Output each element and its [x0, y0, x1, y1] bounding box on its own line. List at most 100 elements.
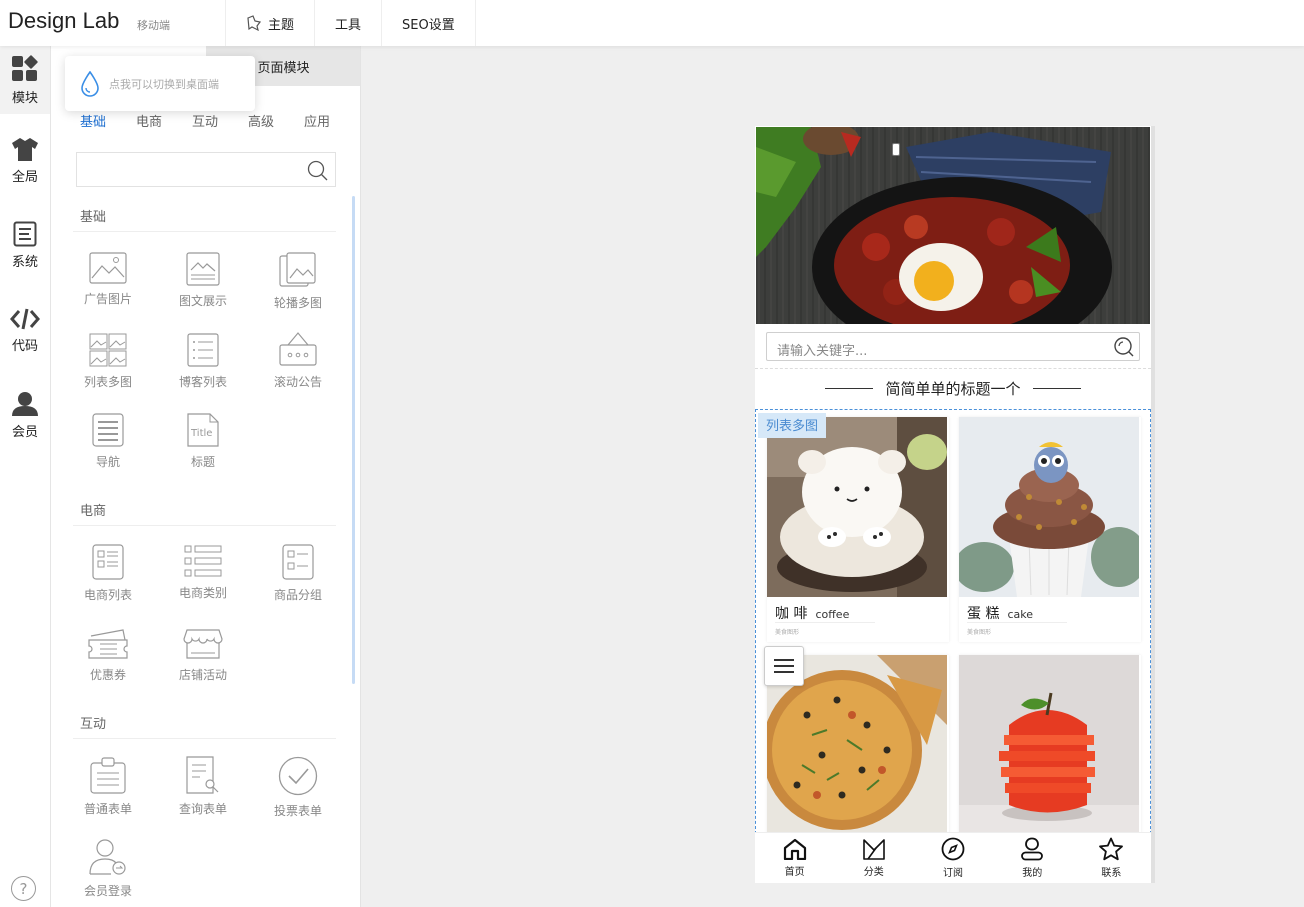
coffee-image [767, 417, 947, 597]
clipboard-icon [90, 757, 126, 794]
module-store-event[interactable]: 店铺活动 [155, 628, 251, 708]
module-image-text[interactable]: 图文展示 [155, 252, 251, 332]
rail-label: 全局 [11, 169, 38, 185]
bottom-nav-mine[interactable]: 我的 [993, 833, 1072, 883]
preview-scrollbar[interactable] [1151, 126, 1155, 883]
product-group-icon [282, 544, 314, 580]
module-shop-category[interactable]: 电商类别 [155, 544, 251, 624]
category-tab[interactable]: 基础 [80, 111, 136, 130]
top-nav-theme[interactable]: 主题 [225, 0, 314, 46]
rail-item-modules[interactable]: 模块 [0, 46, 50, 114]
bottom-nav-label: 首页 [784, 867, 805, 878]
module-shop-list[interactable]: 电商列表 [60, 544, 156, 624]
panel-scrollbar[interactable] [352, 196, 355, 684]
check-circle-icon [278, 756, 318, 796]
coffee-bear-image [767, 417, 947, 597]
product-card-cake[interactable]: 蛋 糕 cake 美食图形 [959, 417, 1141, 642]
module-product-group[interactable]: 商品分组 [250, 544, 346, 624]
divider [775, 622, 875, 623]
module-label: 广告图片 [83, 292, 132, 306]
divider [755, 368, 1151, 369]
bottom-nav-label: 联系 [1101, 868, 1122, 879]
module-carousel[interactable]: 轮播多图 [250, 252, 346, 332]
device-switch[interactable]: 移动端 [137, 17, 900, 156]
product-card-coffee[interactable]: 咖 啡 coffee 美食图形 [767, 417, 949, 642]
bottom-nav-label: 分类 [863, 867, 884, 878]
product-card-apple[interactable] [959, 655, 1141, 835]
module-panel: 页面模块 基础 电商 互动 高级 应用 基础 广告图片 图文展示 轮播多图 列表… [51, 46, 361, 907]
module-list-images[interactable]: 列表多图 [60, 333, 156, 413]
card-title-cn: 咖 啡 [775, 606, 808, 622]
heading-line [825, 388, 874, 389]
category-tabs: 基础 电商 互动 高级 应用 [80, 111, 360, 130]
hero-banner[interactable] [756, 127, 1150, 324]
store-icon [183, 629, 223, 659]
bottom-nav-home[interactable]: 首页 [755, 833, 834, 883]
module-form[interactable]: 普通表单 [60, 756, 156, 836]
list-icon [187, 333, 219, 367]
help-button[interactable]: ? [11, 876, 36, 901]
rail-item-member[interactable]: 会员 [0, 381, 50, 449]
top-nav-label: 工具 [335, 17, 362, 33]
top-nav-seo[interactable]: SEO设置 [381, 0, 476, 46]
module-vote-form[interactable]: 投票表单 [250, 756, 346, 836]
drop-icon [81, 70, 99, 97]
category-tab[interactable]: 互动 [192, 111, 248, 130]
shirt-icon [12, 137, 38, 161]
module-query-form[interactable]: 查询表单 [155, 756, 251, 836]
module-ad-image[interactable]: 广告图片 [60, 252, 156, 332]
module-label: 优惠券 [89, 668, 126, 682]
phone-search-input[interactable]: 请输入关键字... [766, 332, 1140, 361]
category-tab[interactable]: 应用 [304, 111, 360, 130]
top-nav-tools[interactable]: 工具 [314, 0, 381, 46]
module-scroll-notice[interactable]: 滚动公告 [250, 331, 346, 411]
mobile-icon [892, 143, 900, 156]
user-icon [12, 391, 38, 416]
top-nav-label: 主题 [268, 17, 295, 33]
cupcake-image [959, 417, 1139, 597]
image-icon [89, 252, 127, 284]
module-nav[interactable]: 导航 [60, 413, 156, 493]
search-icon[interactable] [307, 160, 329, 182]
module-coupon[interactable]: 优惠券 [60, 628, 156, 708]
block-badge: 列表多图 [758, 413, 827, 438]
floating-menu-button[interactable] [764, 646, 804, 686]
card-title: 蛋 糕 cake [967, 603, 1033, 623]
bottom-nav-subscribe[interactable]: 订阅 [913, 833, 992, 883]
top-nav-label: SEO设置 [402, 17, 455, 33]
rail-label: 代码 [11, 338, 38, 354]
module-title[interactable]: Title 标题 [155, 413, 251, 493]
list-images-block[interactable]: 列表多图 咖 啡 coffee 美食图形 蛋 糕 cake 美食图形 [755, 409, 1151, 839]
category-tab[interactable]: 电商 [136, 111, 192, 130]
divider [967, 622, 1067, 623]
module-label: 导航 [95, 455, 120, 469]
image-text-icon [186, 252, 220, 286]
section-heading[interactable]: 简简单单的标题一个 [755, 378, 1151, 399]
apple-image [959, 655, 1139, 835]
sliced-apple-image [959, 655, 1139, 835]
category-tab[interactable]: 高级 [248, 111, 304, 130]
rail-item-global[interactable]: 全局 [0, 126, 50, 194]
module-label: 商品分组 [273, 588, 322, 602]
module-label: 标题 [190, 455, 215, 469]
module-label: 店铺活动 [178, 668, 227, 682]
left-rail: 模块 全局 系统 代码 会员 ? [0, 46, 51, 907]
bottom-nav-category[interactable]: 分类 [834, 833, 913, 883]
module-search-input[interactable] [76, 152, 336, 187]
rail-item-code[interactable]: 代码 [0, 296, 50, 364]
module-label: 电商列表 [83, 588, 132, 602]
card-subtitle: 美食图形 [775, 629, 800, 636]
theme-icon [247, 15, 262, 31]
rail-item-system[interactable]: 系统 [0, 211, 50, 279]
grid-images-icon [89, 333, 127, 367]
rail-label: 会员 [11, 424, 38, 440]
search-icon[interactable] [1113, 336, 1135, 358]
bottom-nav-contact[interactable]: 联系 [1072, 833, 1151, 883]
heading-line [1032, 388, 1081, 389]
module-blog-list[interactable]: 博客列表 [155, 333, 251, 413]
module-member-login[interactable]: 会员登录 [60, 838, 156, 907]
rail-label: 模块 [11, 90, 38, 106]
divider [73, 738, 336, 739]
device-label: 移动端 [137, 19, 170, 32]
divider [73, 231, 336, 232]
